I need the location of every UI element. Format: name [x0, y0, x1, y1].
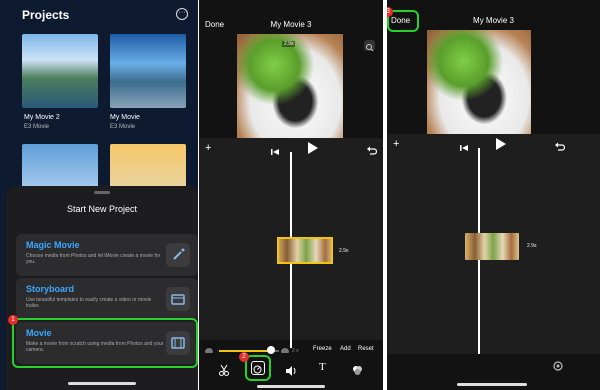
home-indicator	[68, 382, 136, 385]
volume-icon[interactable]	[286, 363, 297, 381]
movie-highlight	[12, 318, 198, 368]
movie-title: My Movie 3	[473, 16, 514, 25]
clip-selection	[277, 237, 333, 264]
add-icon[interactable]: +	[393, 138, 399, 150]
projects-panel: Projects ··· My Movie 2 E3 Movie My Movi…	[0, 0, 198, 390]
movie-title: My Movie 3	[270, 20, 312, 29]
more-options-icon[interactable]: ···	[176, 8, 188, 20]
preview-duration: 2.9s	[282, 41, 296, 47]
preview-image	[427, 30, 531, 134]
storyboard-card[interactable]: Storyboard Use beautiful templates to ea…	[16, 278, 198, 320]
add-button[interactable]: Add	[340, 346, 351, 352]
home-indicator	[257, 385, 325, 388]
project-thumbnail[interactable]	[110, 144, 186, 190]
project-meta: E3 Movie	[24, 124, 50, 130]
sheet-title: Start New Project	[66, 204, 138, 214]
zoom-icon[interactable]	[364, 40, 375, 52]
speed-tortoise-icon	[205, 348, 213, 353]
card-title: Magic Movie	[26, 240, 80, 250]
preview-image	[237, 34, 343, 138]
speed-label: 2 x	[292, 348, 299, 354]
new-project-sheet: Start New Project Magic Movie Choose med…	[6, 186, 198, 390]
video-clip[interactable]	[465, 233, 519, 260]
clip-duration: 2.9s	[527, 243, 537, 249]
speed-highlight	[245, 355, 271, 381]
play-icon[interactable]	[496, 137, 506, 155]
clip-duration: 2.9s	[339, 248, 349, 254]
undo-icon[interactable]	[555, 138, 566, 156]
project-thumbnail[interactable]	[110, 34, 186, 108]
reset-button[interactable]: Reset	[358, 346, 374, 352]
project-name: My Movie	[110, 114, 140, 121]
freeze-button[interactable]: Freeze	[313, 346, 332, 352]
add-icon[interactable]: +	[205, 142, 211, 154]
skip-back-icon[interactable]	[460, 139, 468, 157]
done-panel: Done 3 My Movie 3 + 2.9s	[387, 0, 600, 390]
skip-back-icon[interactable]	[271, 143, 279, 161]
undo-icon[interactable]	[367, 142, 378, 160]
scissors-icon[interactable]	[219, 363, 229, 381]
project-name: My Movie 2	[24, 114, 60, 121]
project-thumbnail[interactable]	[22, 144, 98, 190]
card-description: Choose media from Photos and let iMovie …	[26, 253, 161, 265]
card-title: Storyboard	[26, 284, 75, 294]
page-title: Projects	[22, 8, 70, 22]
editor-panel: Done My Movie 3 2.9s + 2.9s 2 x Freeze A…	[199, 0, 383, 390]
magic-wand-icon	[166, 243, 190, 267]
magic-movie-card[interactable]: Magic Movie Choose media from Photos and…	[16, 234, 198, 276]
project-meta: E3 Movie	[110, 124, 136, 130]
step-badge: 2	[239, 352, 249, 362]
speed-slider-thumb[interactable]	[267, 346, 275, 354]
home-indicator	[457, 383, 527, 386]
card-description: Use beautiful templates to easily create…	[26, 297, 152, 309]
step-badge: 1	[8, 315, 18, 325]
storyboard-icon	[166, 287, 190, 311]
filter-icon[interactable]	[352, 363, 363, 381]
project-thumbnail[interactable]	[22, 34, 98, 108]
sheet-grabber[interactable]	[94, 191, 110, 194]
title-text-icon[interactable]: T	[319, 361, 326, 373]
play-icon[interactable]	[308, 141, 318, 159]
settings-gear-icon[interactable]	[553, 358, 563, 376]
speed-hare-icon	[281, 348, 289, 353]
